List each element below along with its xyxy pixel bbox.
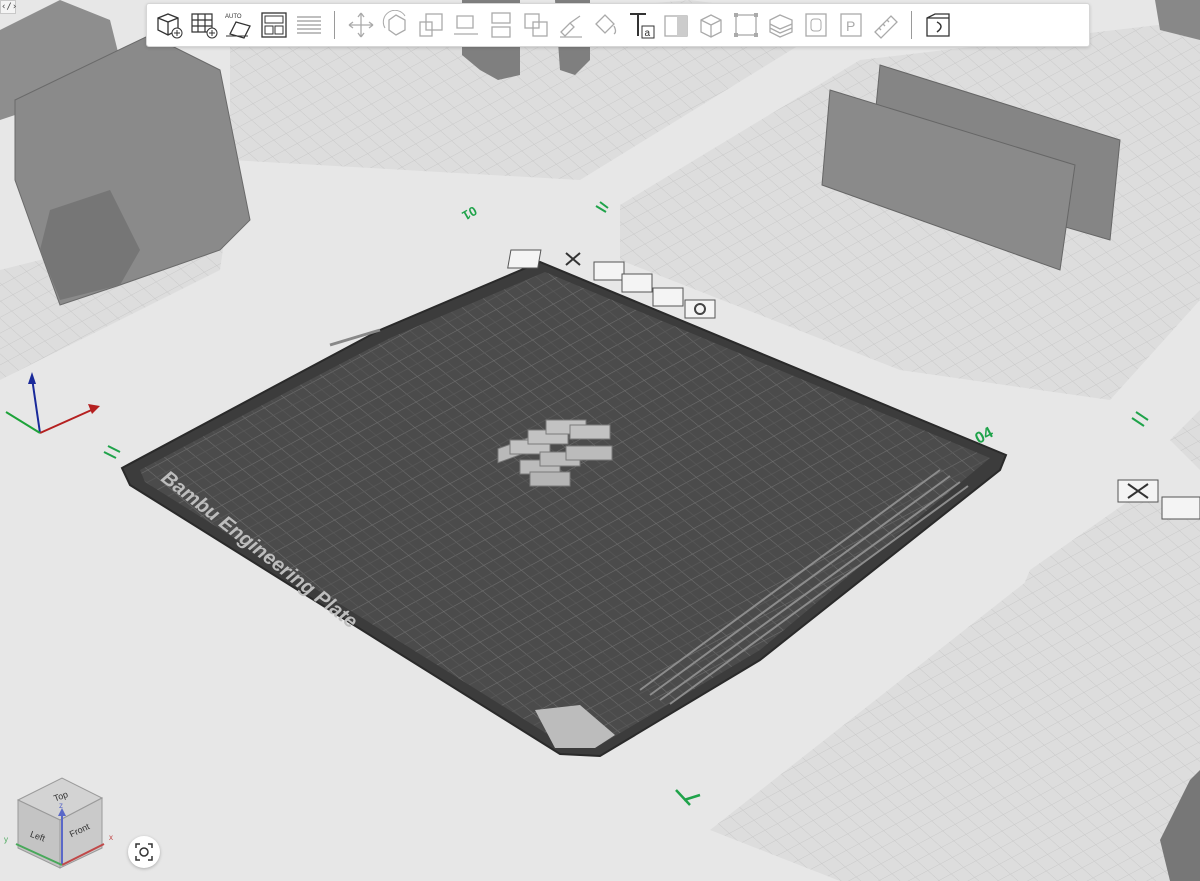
lock-plate-icon-right[interactable]	[1161, 496, 1200, 520]
ruler-icon	[873, 15, 898, 39]
emboss-icon	[663, 15, 688, 37]
assembly-button[interactable]	[693, 7, 728, 43]
shell-button[interactable]	[798, 7, 833, 43]
auto-orient-icon: AUTO	[225, 14, 251, 39]
measure-button[interactable]	[868, 7, 903, 43]
layers-stack-button[interactable]	[763, 7, 798, 43]
text-button[interactable]: a	[623, 7, 658, 43]
cut-button[interactable]	[483, 7, 518, 43]
lay-on-face-icon	[453, 15, 478, 35]
arrange-icon	[260, 12, 287, 38]
svg-text:a: a	[644, 28, 650, 39]
3d-viewport[interactable]: 04 01 Bambu Engineering Plate	[0, 0, 1200, 881]
main-toolbar: AUTO a P	[146, 3, 1090, 47]
plate-right-edge	[1170, 410, 1200, 470]
focus-icon	[135, 843, 153, 861]
orient-plate-icon[interactable]	[684, 299, 716, 319]
rotate-button[interactable]	[378, 7, 413, 43]
move-button[interactable]	[343, 7, 378, 43]
cut-icon	[490, 12, 511, 38]
toolbar-separator	[334, 11, 335, 39]
variable-layer-button[interactable]	[920, 7, 955, 43]
add-plate-button[interactable]	[186, 7, 221, 43]
cube-outline-icon	[699, 14, 722, 38]
add-cube-icon	[156, 13, 182, 39]
plate-marker-3	[1131, 411, 1149, 427]
shell-icon	[804, 13, 827, 37]
stack-icon	[768, 14, 793, 38]
plate-marker-2	[103, 445, 121, 459]
view-cube[interactable]: Top Left Front z x y	[4, 770, 124, 875]
toolbar-separator-2	[911, 11, 912, 39]
add-object-button[interactable]	[151, 7, 186, 43]
lay-on-face-button[interactable]	[448, 7, 483, 43]
support-paint-icon	[559, 15, 582, 38]
svg-text:P: P	[846, 18, 855, 34]
axis-label-x: x	[109, 833, 113, 842]
axis-label-z: z	[59, 801, 63, 810]
layers-icon	[296, 16, 321, 34]
paint-bucket-icon	[594, 14, 616, 35]
bounding-box-icon	[733, 13, 758, 37]
grid-plus-icon	[190, 13, 217, 39]
mesh-boolean-button[interactable]	[518, 7, 553, 43]
scale-button[interactable]	[413, 7, 448, 43]
plate-marker-1	[595, 201, 609, 213]
fit-box-button[interactable]	[728, 7, 763, 43]
split-layers-button[interactable]	[291, 7, 326, 43]
panel-toggle-button[interactable]: ‹/›	[0, 0, 17, 14]
variable-layer-icon	[925, 13, 950, 37]
seam-paint-button[interactable]	[588, 7, 623, 43]
paint-color-button[interactable]: P	[833, 7, 868, 43]
plate-marker-4	[675, 789, 701, 806]
axis-label-y: y	[4, 835, 8, 844]
arrange-plate-icon[interactable]	[652, 287, 684, 307]
auto-orient-button[interactable]: AUTO	[221, 7, 256, 43]
support-paint-button[interactable]	[553, 7, 588, 43]
scale-icon	[418, 13, 443, 37]
boolean-icon	[523, 13, 548, 37]
svg-text:AUTO: AUTO	[225, 14, 242, 20]
plate-number-left-top: 01	[460, 203, 480, 223]
plate-settings-icon[interactable]	[621, 273, 653, 293]
arrange-button[interactable]	[256, 7, 291, 43]
emboss-button[interactable]	[658, 7, 693, 43]
axis-gizmo	[5, 372, 100, 434]
p-mark-icon: P	[839, 13, 862, 37]
move-icon	[348, 12, 373, 38]
text-icon: a	[629, 13, 654, 39]
fit-view-button[interactable]	[128, 836, 160, 868]
lock-plate-icon[interactable]	[593, 261, 625, 281]
close-plate-icon-right[interactable]	[1117, 479, 1159, 503]
rotate-icon	[382, 10, 406, 36]
